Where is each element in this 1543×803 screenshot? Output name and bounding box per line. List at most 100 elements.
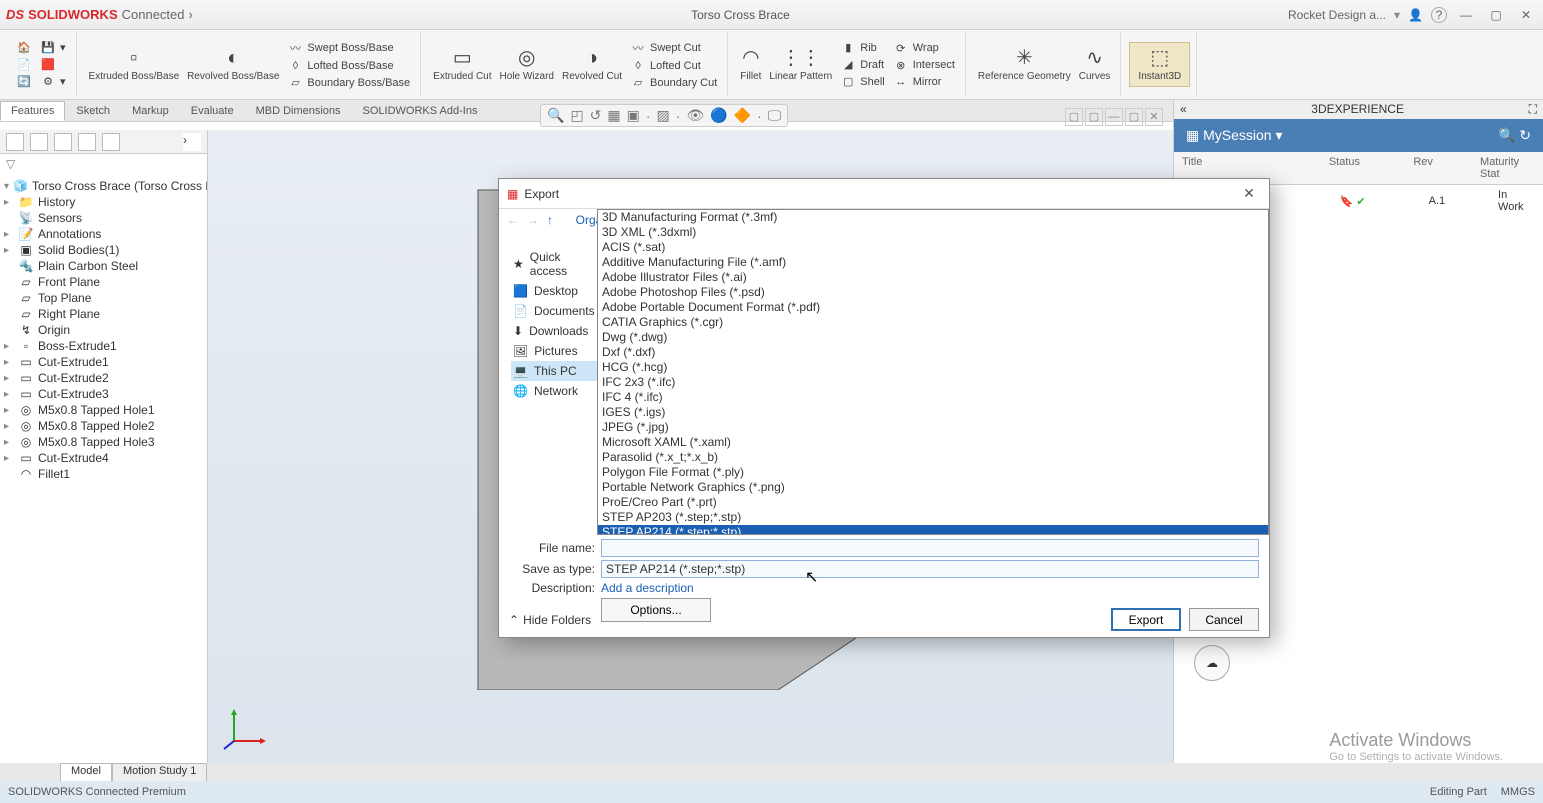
file-type-option[interactable]: Dxf (*.dxf) (598, 345, 1268, 360)
model-tab[interactable]: Model (60, 763, 112, 781)
previous-view-icon[interactable]: ↺ (590, 107, 602, 124)
tree-item[interactable]: ▸▫Boss-Extrude1 (2, 338, 205, 354)
file-type-option[interactable]: Microsoft XAML (*.xaml) (598, 435, 1268, 450)
extruded-boss-button[interactable]: ▫Extruded Boss/Base (85, 45, 184, 84)
file-type-option[interactable]: Adobe Photoshop Files (*.psd) (598, 285, 1268, 300)
location-item[interactable]: ★Quick access (511, 247, 599, 281)
doc-split-icon[interactable]: ▢ (1085, 108, 1103, 126)
boundary-boss-button[interactable]: ▱Boundary Boss/Base (283, 75, 414, 90)
tree-item[interactable]: ▸▣Solid Bodies(1) (2, 242, 205, 258)
reference-geometry-button[interactable]: ✳Reference Geometry (974, 45, 1075, 84)
tree-item[interactable]: ▸◎M5x0.8 Tapped Hole1 (2, 402, 205, 418)
instant3d-button[interactable]: ⬚Instant3D (1129, 42, 1190, 87)
boundary-cut-button[interactable]: ▱Boundary Cut (626, 75, 721, 90)
view-settings-icon[interactable]: 🖵 (768, 107, 782, 124)
rib-button[interactable]: ▮Rib (836, 40, 888, 55)
file-type-option[interactable]: JPEG (*.jpg) (598, 420, 1268, 435)
hide-show-icon[interactable]: 👁 (686, 107, 704, 124)
save-button[interactable]: 💾▾ (36, 40, 70, 55)
help-icon[interactable]: ? (1431, 7, 1447, 23)
file-type-option[interactable]: Polygon File Format (*.ply) (598, 465, 1268, 480)
scene-icon[interactable]: 🔶 (734, 107, 751, 124)
tree-item[interactable]: ▱Top Plane (2, 290, 205, 306)
wrap-button[interactable]: ⟳Wrap (889, 41, 959, 56)
swept-boss-button[interactable]: 〰Swept Boss/Base (283, 39, 414, 57)
hole-wizard-button[interactable]: ◎Hole Wizard (496, 45, 558, 84)
linear-pattern-button[interactable]: ⋮⋮Linear Pattern (765, 45, 836, 84)
options-gear-button[interactable]: ⚙▾ (36, 74, 70, 89)
doc-restore-icon[interactable]: ▢ (1065, 108, 1083, 126)
mirror-button[interactable]: ↔Mirror (889, 75, 959, 89)
file-type-option[interactable]: CATIA Graphics (*.cgr) (598, 315, 1268, 330)
tree-item[interactable]: ▸📝Annotations (2, 226, 205, 242)
export-dialog-close-button[interactable]: ✕ (1237, 185, 1261, 202)
tree-item[interactable]: ▸◎M5x0.8 Tapped Hole3 (2, 434, 205, 450)
save-as-type-list[interactable]: 3D Manufacturing Format (*.3mf)3D XML (*… (597, 209, 1269, 535)
window-minimize-button[interactable]: — (1455, 8, 1477, 22)
user-avatar-icon[interactable]: 👤 (1408, 8, 1423, 22)
feature-tree[interactable]: ▾🧊Torso Cross Brace (Torso Cross Brace<<… (0, 174, 207, 486)
location-item[interactable]: ⬇Downloads (511, 321, 599, 341)
export-confirm-button[interactable]: Export (1111, 608, 1181, 631)
nav-fwd-icon[interactable]: → (527, 213, 539, 227)
filter-icon[interactable]: ▽ (0, 154, 207, 174)
tab-mbd[interactable]: MBD Dimensions (245, 101, 352, 121)
tree-item[interactable]: ▸▭Cut-Extrude3 (2, 386, 205, 402)
file-type-option[interactable]: Adobe Portable Document Format (*.pdf) (598, 300, 1268, 315)
file-type-option[interactable]: STEP AP214 (*.step;*.stp) (598, 525, 1268, 535)
file-type-option[interactable]: Additive Manufacturing File (*.amf) (598, 255, 1268, 270)
display-tab-icon[interactable] (78, 133, 96, 151)
location-item[interactable]: 💻This PC (511, 361, 599, 381)
nav-back-icon[interactable]: ← (507, 213, 519, 227)
pane-expand-icon[interactable]: ⛶ (1529, 102, 1537, 117)
appearance-tab-icon[interactable] (102, 133, 120, 151)
location-item[interactable]: 🖼Pictures (511, 341, 599, 361)
traffic-light-button[interactable]: 🟥 (36, 57, 70, 72)
tree-item[interactable]: ▸▭Cut-Extrude4 (2, 450, 205, 466)
tab-addins[interactable]: SOLIDWORKS Add-Ins (352, 101, 489, 121)
refresh-icon[interactable]: ↻ (1519, 127, 1531, 143)
file-type-option[interactable]: IFC 4 (*.ifc) (598, 390, 1268, 405)
cloud-status-icon[interactable]: ☁ (1194, 645, 1230, 681)
file-type-option[interactable]: Dwg (*.dwg) (598, 330, 1268, 345)
file-type-option[interactable]: IGES (*.igs) (598, 405, 1268, 420)
shell-button[interactable]: ▢Shell (836, 74, 888, 89)
file-type-option[interactable]: ACIS (*.sat) (598, 240, 1268, 255)
tree-item[interactable]: ▱Right Plane (2, 306, 205, 322)
feature-tree-tab-icon[interactable] (6, 133, 24, 151)
window-close-button[interactable]: ✕ (1515, 8, 1537, 22)
status-units[interactable]: MMGS (1501, 786, 1535, 798)
file-type-option[interactable]: Parasolid (*.x_t;*.x_b) (598, 450, 1268, 465)
doc-close-icon[interactable]: ✕ (1145, 108, 1163, 126)
intersect-button[interactable]: ⊗Intersect (889, 58, 959, 73)
zoom-area-icon[interactable]: ◰ (570, 107, 583, 124)
search-icon[interactable]: 🔍 (1498, 127, 1515, 143)
swept-cut-button[interactable]: 〰Swept Cut (626, 39, 721, 57)
appearance-icon[interactable]: 🔵 (710, 107, 727, 124)
expand-panel-icon[interactable]: › (183, 133, 201, 151)
lofted-cut-button[interactable]: ◊Lofted Cut (626, 59, 721, 73)
export-cancel-button[interactable]: Cancel (1189, 608, 1259, 631)
display-style-icon[interactable]: ▨ (657, 107, 670, 124)
save-as-type-dropdown[interactable]: STEP AP214 (*.step;*.stp) (601, 560, 1259, 578)
rebuild-button[interactable]: 🔄 (12, 74, 36, 89)
location-item[interactable]: 🟦Desktop (511, 281, 599, 301)
doc-min-icon[interactable]: — (1105, 108, 1123, 126)
tree-item[interactable]: ▸▭Cut-Extrude1 (2, 354, 205, 370)
tree-item[interactable]: ↯Origin (2, 322, 205, 338)
home-button[interactable]: 🏠 (12, 40, 36, 55)
motion-study-tab[interactable]: Motion Study 1 (112, 763, 207, 781)
tree-item[interactable]: ▸▭Cut-Extrude2 (2, 370, 205, 386)
file-type-option[interactable]: ProE/Creo Part (*.prt) (598, 495, 1268, 510)
new-doc-button[interactable]: 📄 (12, 57, 36, 72)
tab-evaluate[interactable]: Evaluate (180, 101, 245, 121)
tree-root[interactable]: ▾🧊Torso Cross Brace (Torso Cross Brace<< (2, 178, 205, 194)
tree-item[interactable]: 📡Sensors (2, 210, 205, 226)
section-view-icon[interactable]: ▦ (607, 107, 620, 124)
location-item[interactable]: 🌐Network (511, 381, 599, 401)
window-maximize-button[interactable]: ▢ (1485, 8, 1507, 22)
location-item[interactable]: 📄Documents (511, 301, 599, 321)
zoom-fit-icon[interactable]: 🔍 (547, 107, 564, 124)
draft-button[interactable]: ◢Draft (836, 57, 888, 72)
tree-item[interactable]: ▱Front Plane (2, 274, 205, 290)
